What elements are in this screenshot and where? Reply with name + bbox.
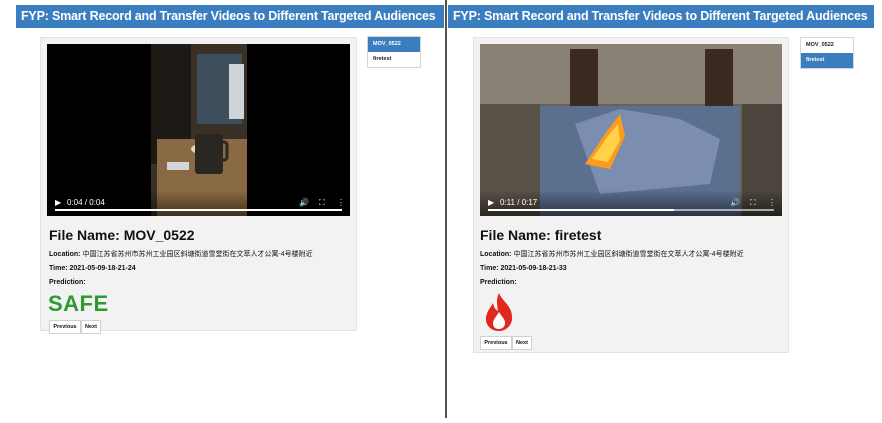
left-app-window: FYP: Smart Record and Transfer Videos to… (16, 5, 444, 418)
video-player[interactable]: ▶ 0:04 / 0:04 🔊 ⛶ ⋮ (47, 44, 350, 216)
video-progress[interactable] (488, 209, 774, 211)
video-controls: ▶ 0:04 / 0:04 🔊 ⛶ ⋮ (47, 190, 350, 216)
next-button[interactable]: Next (81, 320, 101, 334)
app-header: FYP: Smart Record and Transfer Videos to… (16, 5, 444, 28)
prediction-label: Prediction: (49, 279, 86, 286)
file-name: File Name: firetest (480, 227, 602, 243)
video-list-item-firetest[interactable]: firetest (801, 53, 853, 68)
video-time: 0:04 / 0:04 (67, 198, 105, 207)
time-label: Time: (49, 265, 68, 272)
file-name: File Name: MOV_0522 (49, 227, 195, 243)
next-button[interactable]: Next (512, 336, 532, 350)
prediction-label: Prediction: (480, 279, 517, 286)
fullscreen-icon[interactable]: ⛶ (319, 198, 325, 208)
volume-icon[interactable]: 🔊 (299, 198, 309, 207)
more-options-icon[interactable]: ⋮ (337, 198, 345, 207)
prediction-safe: SAFE (48, 291, 109, 316)
video-controls: ▶ 0:11 / 0:17 🔊 ⛶ ⋮ (480, 190, 782, 216)
fullscreen-icon[interactable]: ⛶ (750, 198, 756, 208)
video-player[interactable]: ▶ 0:11 / 0:17 🔊 ⛶ ⋮ (480, 44, 782, 216)
time-line: Time: 2021-05-09-18-21-24 (49, 265, 136, 272)
video-list-item-mov0522[interactable]: MOV_0522 (801, 38, 853, 53)
video-time: 0:11 / 0:17 (500, 198, 538, 207)
previous-button[interactable]: Previous (49, 320, 81, 334)
fire-icon (485, 293, 513, 331)
video-list: MOV_0522 firetest (367, 36, 421, 68)
location-label: Location: (49, 251, 81, 258)
video-card: ▶ 0:04 / 0:04 🔊 ⛶ ⋮ File Name: MOV_0522 … (40, 37, 357, 334)
play-icon[interactable]: ▶ (55, 198, 61, 207)
video-card: ▶ 0:11 / 0:17 🔊 ⛶ ⋮ File Name: firetest … (473, 37, 789, 353)
video-progress-fill (488, 209, 674, 211)
location-value: 中国江苏省苏州市苏州工业园区斜塘街道雪堂街在文萃人才公寓-4号楼附近 (513, 251, 744, 258)
location-line: Location: 中国江苏省苏州市苏州工业园区斜塘街道雪堂街在文萃人才公寓-4… (480, 249, 744, 259)
video-progress[interactable] (55, 209, 342, 211)
video-list: MOV_0522 firetest (800, 37, 854, 69)
video-progress-fill (55, 209, 342, 211)
more-options-icon[interactable]: ⋮ (768, 198, 776, 207)
time-value: 2021-05-09-18-21-24 (69, 265, 136, 272)
time-label: Time: (480, 265, 499, 272)
right-app-window: FYP: Smart Record and Transfer Videos to… (448, 5, 874, 418)
location-value: 中国江苏省苏州市苏州工业园区斜塘街道雪堂街在文萃人才公寓-4号楼附近 (82, 251, 313, 258)
volume-icon[interactable]: 🔊 (730, 198, 740, 207)
panel-divider (445, 0, 447, 418)
location-label: Location: (480, 251, 512, 258)
time-line: Time: 2021-05-09-18-21-33 (480, 265, 567, 272)
app-header: FYP: Smart Record and Transfer Videos to… (448, 5, 874, 28)
video-list-item-mov0522[interactable]: MOV_0522 (368, 37, 420, 52)
previous-button[interactable]: Previous (480, 336, 512, 350)
time-value: 2021-05-09-18-21-33 (500, 265, 567, 272)
video-list-item-firetest[interactable]: firetest (368, 52, 420, 67)
play-icon[interactable]: ▶ (488, 198, 494, 207)
location-line: Location: 中国江苏省苏州市苏州工业园区斜塘街道雪堂街在文萃人才公寓-4… (49, 249, 313, 259)
